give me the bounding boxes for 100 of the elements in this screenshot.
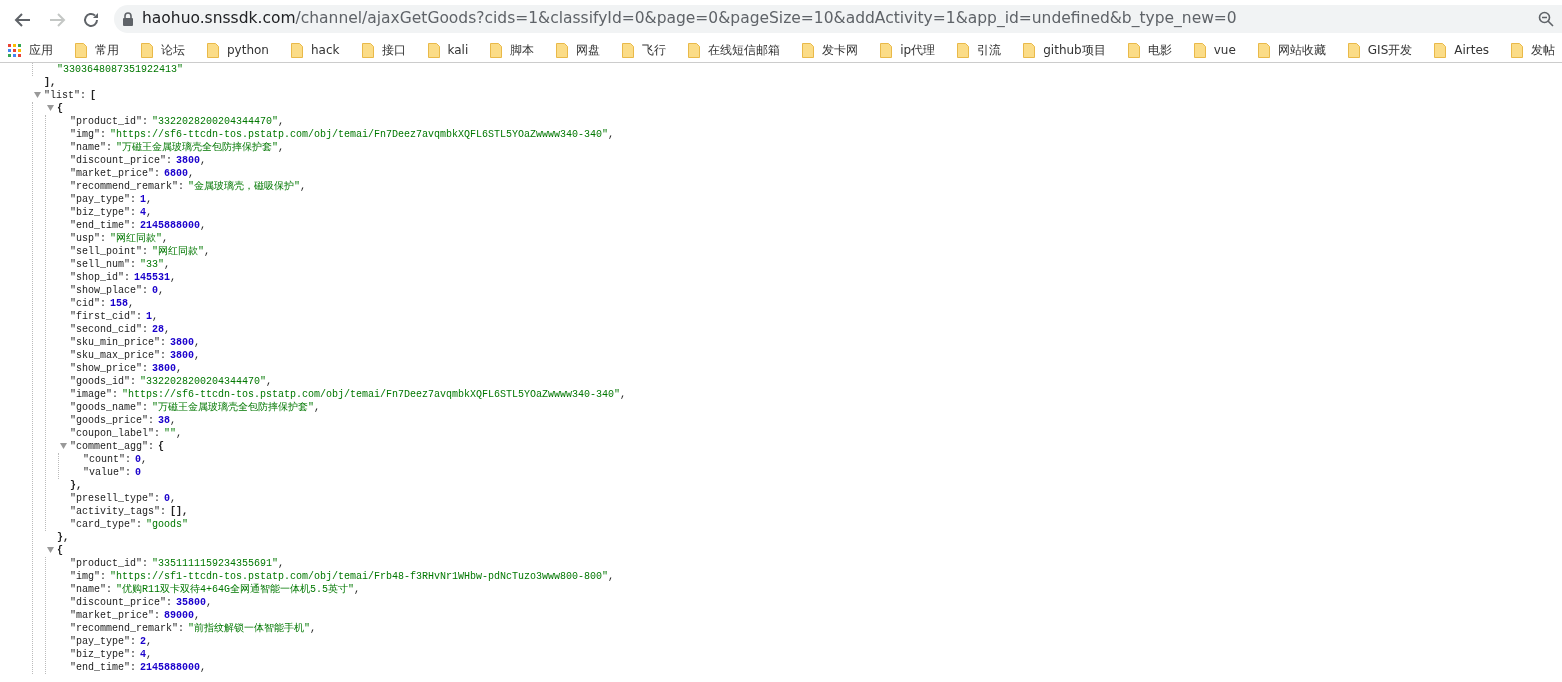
json-punctuation: ,	[278, 116, 285, 127]
bookmark-folder[interactable]: hack	[291, 41, 346, 59]
bookmark-folder[interactable]: 接口	[361, 41, 412, 59]
bookmark-folder[interactable]: 发帖	[1511, 41, 1562, 59]
zoom-icon[interactable]	[1538, 10, 1554, 27]
json-key: "activity_tags":	[70, 506, 166, 517]
json-punctuation: ,	[194, 337, 201, 348]
folder-icon	[622, 42, 635, 58]
toggle-arrow-icon[interactable]	[46, 546, 55, 555]
json-key: "presell_type":	[70, 493, 160, 504]
bookmark-folder[interactable]: 网盘	[556, 41, 607, 59]
json-bracket: [],	[170, 506, 189, 517]
bookmark-folder[interactable]: vue	[1193, 41, 1242, 59]
bookmark-folder[interactable]: GIS开发	[1347, 41, 1419, 59]
json-bracket: },	[57, 532, 69, 543]
json-punctuation: ,	[188, 168, 195, 179]
lock-icon	[122, 12, 134, 26]
json-punctuation: ,	[170, 272, 177, 283]
json-punctuation: ,	[278, 558, 285, 569]
json-key: "img":	[70, 571, 106, 582]
bookmark-folder[interactable]: 飞行	[622, 41, 673, 59]
bookmark-folder[interactable]: 常用	[75, 41, 125, 59]
json-key: "market_price":	[70, 168, 160, 179]
json-punctuation: ,	[170, 415, 177, 426]
bookmark-folder[interactable]: github项目	[1023, 41, 1112, 59]
folder-icon	[75, 42, 87, 58]
json-value: "3322028200204344470"	[140, 376, 267, 387]
json-punctuation: ,	[194, 350, 201, 361]
folder-icon	[802, 42, 815, 58]
folder-icon	[1023, 42, 1036, 58]
bookmark-folder[interactable]: 论坛	[141, 41, 191, 59]
forward-arrow-icon[interactable]	[48, 10, 66, 29]
json-bracket: },	[70, 480, 82, 491]
json-key: "goods_price":	[70, 415, 154, 426]
json-punctuation: ,	[200, 662, 207, 673]
folder-icon	[1347, 42, 1360, 58]
json-key: "show_price":	[70, 363, 148, 374]
json-key: "count":	[83, 454, 131, 465]
json-punctuation: ,	[266, 376, 273, 387]
back-arrow-icon[interactable]	[14, 10, 32, 29]
bookmark-folder[interactable]: 脚本	[490, 41, 541, 59]
json-value: "3303648087351922413"	[57, 64, 184, 75]
bookmark-folder[interactable]: Airtes	[1434, 41, 1496, 59]
bookmark-folder[interactable]: 网站收藏	[1257, 41, 1332, 59]
json-punctuation: ,	[146, 194, 153, 205]
json-punctuation: ,	[141, 454, 148, 465]
folder-icon	[1434, 42, 1447, 58]
json-key: "pay_type":	[70, 636, 136, 647]
json-punctuation: ,	[206, 597, 213, 608]
json-key: "sell_point":	[70, 246, 148, 257]
json-key: "name":	[70, 584, 112, 595]
json-key: "product_id":	[70, 116, 148, 127]
json-value: "https://sf6-ttcdn-tos.pstatp.com/obj/temai/Fn7Deez7avqmbkXQFL6STL5YOaZwwww340-340"	[122, 389, 621, 400]
folder-icon	[688, 42, 701, 58]
toggle-arrow-icon[interactable]	[46, 104, 55, 113]
toggle-arrow-icon[interactable]	[59, 442, 68, 451]
json-key: "second_cid":	[70, 324, 148, 335]
json-key: "show_place":	[70, 285, 148, 296]
toggle-arrow-icon[interactable]	[33, 91, 42, 100]
json-key: "recommend_remark":	[70, 623, 185, 634]
json-key: "goods_name":	[70, 402, 148, 413]
json-value: "33"	[140, 259, 165, 270]
json-key: "goods_id":	[70, 376, 136, 387]
folder-icon	[141, 42, 153, 58]
json-key: "market_price":	[70, 610, 160, 621]
bookmark-folder[interactable]: ip代理	[880, 41, 942, 59]
json-key: "image":	[70, 389, 118, 400]
address-bar[interactable]: haohuo.snssdk.com/channel/ajaxGetGoods?cids=1&classifyId=0&page=0&pageSize=10&addActivity=1&app_id=undefined&b_type_new=0	[114, 5, 1562, 33]
json-key: "cid":	[70, 298, 106, 309]
json-key: "img":	[70, 129, 106, 140]
json-bracket: {	[57, 103, 63, 114]
reload-icon[interactable]	[82, 10, 100, 29]
json-key: "sku_min_price":	[70, 337, 166, 348]
apps-shortcut[interactable]: 应用	[8, 41, 59, 59]
json-value: "前指纹解锁一体智能手机"	[188, 623, 311, 634]
json-punctuation: ,	[620, 389, 627, 400]
folder-icon	[957, 42, 970, 58]
json-punctuation: ,	[164, 259, 171, 270]
folder-icon	[1257, 42, 1270, 58]
json-punctuation: ,	[200, 155, 207, 166]
bookmark-folder[interactable]: 发卡网	[802, 41, 865, 59]
folder-icon	[427, 42, 440, 58]
bookmark-folder[interactable]: 电影	[1127, 41, 1178, 59]
bookmark-folder[interactable]: kali	[427, 41, 475, 59]
folder-icon	[1193, 42, 1206, 58]
json-bracket: {	[57, 545, 63, 556]
json-key: "end_time":	[70, 220, 136, 231]
bookmark-folder[interactable]: python	[207, 41, 275, 59]
json-value: "3322028200204344470"	[152, 116, 279, 127]
json-key: "discount_price":	[70, 597, 173, 608]
bookmark-folder[interactable]: 在线短信邮箱	[688, 41, 787, 59]
bookmark-folder[interactable]: 引流	[957, 41, 1008, 59]
json-key: "comment_agg":	[70, 441, 154, 452]
folder-icon	[207, 42, 219, 58]
json-punctuation: ,	[354, 584, 361, 595]
json-punctuation: ,	[162, 233, 169, 244]
folder-icon	[556, 42, 569, 58]
json-punctuation: ,	[176, 363, 183, 374]
json-value: "网红同款"	[110, 233, 163, 244]
json-key: "list":	[44, 90, 86, 101]
